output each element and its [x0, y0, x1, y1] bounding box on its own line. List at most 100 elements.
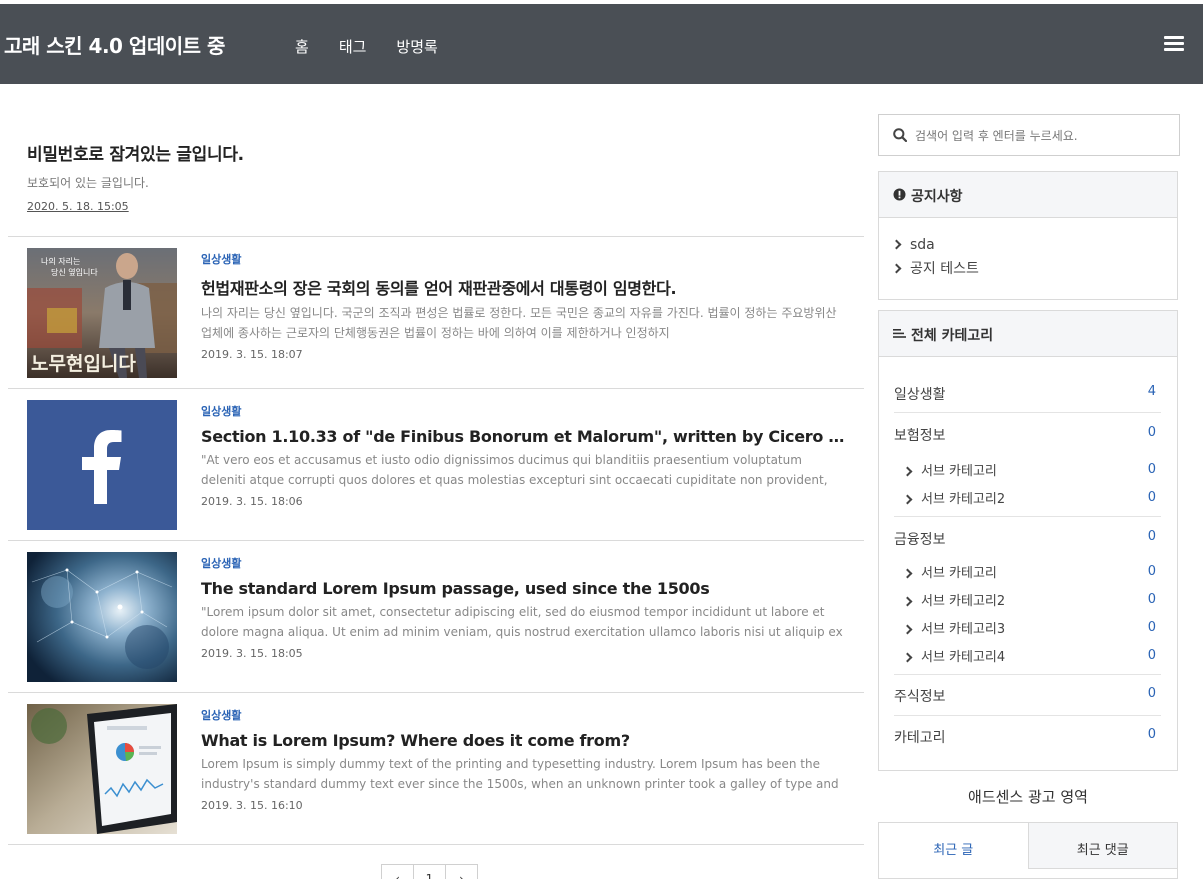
- main-nav: 홈 태그 방명록: [295, 36, 468, 57]
- post-category[interactable]: 일상생활: [201, 403, 846, 419]
- category-name: 금융정보: [894, 532, 946, 548]
- post-category[interactable]: 일상생활: [201, 555, 846, 571]
- notice-item-label: sda: [910, 237, 935, 253]
- subcategory-item[interactable]: 서브 카테고리 0: [894, 455, 1161, 483]
- post-title[interactable]: The standard Lorem Ipsum passage, used s…: [201, 579, 846, 598]
- search-icon: [893, 128, 907, 142]
- poster-title-text: 노무현입니다: [31, 353, 136, 375]
- recent-tabs: 최근 글 최근 댓글: [878, 822, 1178, 879]
- category-name: 보험정보: [894, 428, 946, 444]
- category-name: 일상생활: [894, 387, 946, 403]
- category-item[interactable]: 일상생활 4: [894, 357, 1161, 412]
- post-excerpt: "At vero eos et accusamus et iusto odio …: [201, 453, 828, 487]
- post-category[interactable]: 일상생활: [201, 707, 846, 723]
- abstract-network-image: [27, 552, 177, 682]
- protected-post-title[interactable]: 비밀번호로 잠겨있는 글입니다.: [27, 140, 847, 165]
- subcategory-name: 서브 카테고리2: [921, 593, 1006, 609]
- subcategory-name: 서브 카테고리: [921, 463, 997, 479]
- post-thumbnail[interactable]: [27, 400, 177, 530]
- page-prev-button[interactable]: ‹: [381, 864, 414, 879]
- post-date: 2019. 3. 15. 18:05: [201, 647, 303, 660]
- post-thumbnail[interactable]: 나의 자리는 당신 옆입니다 노무현입니다: [27, 248, 177, 378]
- category-item[interactable]: 보험정보 0: [894, 413, 1161, 455]
- category-item[interactable]: 주식정보 0: [894, 675, 1161, 715]
- category-name: 카테고리: [894, 730, 946, 746]
- chevron-right-icon: [902, 494, 913, 504]
- page-next-button[interactable]: ›: [445, 864, 478, 879]
- notice-title: 공지사항: [911, 189, 963, 205]
- hamburger-menu-icon[interactable]: [1164, 36, 1184, 52]
- post-thumbnail[interactable]: [27, 552, 177, 682]
- nav-item-tag[interactable]: 태그: [339, 36, 367, 57]
- post-thumbnail[interactable]: [27, 704, 177, 834]
- post-title[interactable]: What is Lorem Ipsum? Where does it come …: [201, 731, 846, 750]
- category-count: 0: [1147, 686, 1156, 701]
- post-excerpt: Lorem Ipsum is simply dummy text of the …: [201, 757, 839, 791]
- post-category[interactable]: 일상생활: [201, 251, 846, 267]
- category-count: 0: [1147, 727, 1156, 742]
- category-item[interactable]: 금융정보 0: [894, 517, 1161, 557]
- post-excerpt: "Lorem ipsum dolor sit amet, consectetur…: [201, 605, 843, 639]
- poster-caption-2: 당신 옆입니다: [51, 267, 98, 277]
- subcategory-count: 0: [1147, 461, 1156, 477]
- chevron-right-icon: [902, 466, 913, 476]
- protected-post-desc: 보호되어 있는 글입니다.: [27, 176, 149, 190]
- post-item[interactable]: 나의 자리는 당신 옆입니다 노무현입니다 일상생활 헌법재판소의 장은 국회의…: [8, 237, 864, 389]
- post-title[interactable]: 헌법재판소의 장은 국회의 동의를 얻어 재판관중에서 대통령이 임명한다.: [201, 275, 846, 299]
- category-count: 0: [1147, 529, 1156, 544]
- protected-post-date: 2020. 5. 18. 15:05: [27, 200, 129, 213]
- post-date: 2019. 3. 15. 18:07: [201, 348, 303, 361]
- post-title[interactable]: Section 1.10.33 of "de Finibus Bonorum e…: [201, 427, 846, 446]
- subcategory-name: 서브 카테고리3: [921, 621, 1006, 637]
- subcategory-item[interactable]: 서브 카테고리2 0: [894, 483, 1161, 511]
- chevron-right-icon: [891, 263, 902, 274]
- notice-box-header: 공지사항: [879, 172, 1177, 218]
- tablet-chart-image: [27, 704, 177, 834]
- search-input[interactable]: [915, 125, 1165, 147]
- post-date: 2019. 3. 15. 16:10: [201, 799, 303, 812]
- subcategory-item[interactable]: 서브 카테고리3 0: [894, 613, 1161, 641]
- post-list: 비밀번호로 잠겨있는 글입니다. 보호되어 있는 글입니다. 2020. 5. …: [8, 84, 864, 879]
- search-box: [878, 114, 1180, 156]
- subcategory-name: 서브 카테고리4: [921, 649, 1006, 665]
- subcategory-name: 서브 카테고리2: [921, 491, 1006, 507]
- divider: [8, 844, 864, 845]
- subcategory-count: 0: [1147, 489, 1156, 505]
- site-header: 고래 스킨 4.0 업데이트 중 홈 태그 방명록: [0, 4, 1203, 84]
- subcategory-item[interactable]: 서브 카테고리2 0: [894, 585, 1161, 613]
- site-title[interactable]: 고래 스킨 4.0 업데이트 중: [4, 30, 225, 59]
- facebook-logo-icon: [27, 400, 177, 530]
- protected-post[interactable]: 비밀번호로 잠겨있는 글입니다. 보호되어 있는 글입니다. 2020. 5. …: [27, 140, 847, 214]
- category-box: 전체 카테고리 일상생활 4 보험정보 0 서브 카테고리 0 서브 카테고리2: [878, 310, 1178, 771]
- subcategory-item[interactable]: 서브 카테고리 0: [894, 557, 1161, 585]
- subcategory-name: 서브 카테고리: [921, 565, 997, 581]
- post-excerpt: 나의 자리는 당신 옆입니다. 국군의 조직과 편성은 법률로 정한다. 모든 …: [201, 306, 837, 340]
- chevron-right-icon: [902, 596, 913, 606]
- pagination: ‹ 1 ›: [381, 864, 478, 879]
- movie-poster-image: 나의 자리는 당신 옆입니다 노무현입니다: [27, 248, 177, 378]
- post-item[interactable]: 일상생활 The standard Lorem Ipsum passage, u…: [8, 541, 864, 693]
- subcategory-count: 0: [1147, 563, 1156, 579]
- exclamation-circle-icon: [893, 188, 906, 201]
- category-list: 일상생활 4 보험정보 0 서브 카테고리 0 서브 카테고리2 0 금융정보 …: [879, 357, 1177, 756]
- post-item[interactable]: 일상생활 What is Lorem Ipsum? Where does it …: [8, 693, 864, 845]
- notice-item[interactable]: 공지 테스트: [891, 261, 1177, 285]
- nav-item-guestbook[interactable]: 방명록: [396, 36, 437, 57]
- category-item[interactable]: 카테고리 0: [894, 716, 1161, 756]
- subcategory-count: 0: [1147, 591, 1156, 607]
- nav-item-home[interactable]: 홈: [295, 36, 309, 57]
- notice-box: 공지사항 sda 공지 테스트: [878, 171, 1178, 300]
- chevron-right-icon: [902, 568, 913, 578]
- subcategory-count: 0: [1147, 647, 1156, 663]
- category-box-header: 전체 카테고리: [879, 311, 1177, 357]
- page-number-button[interactable]: 1: [413, 864, 446, 879]
- tab-recent-comments[interactable]: 최근 댓글: [1027, 823, 1177, 869]
- category-title: 전체 카테고리: [911, 328, 994, 344]
- tab-recent-posts[interactable]: 최근 글: [879, 823, 1028, 878]
- notice-item[interactable]: sda: [891, 237, 1177, 261]
- subcategory-item[interactable]: 서브 카테고리4 0: [894, 641, 1161, 669]
- chevron-right-icon: [902, 652, 913, 662]
- post-item[interactable]: 일상생활 Section 1.10.33 of "de Finibus Bono…: [8, 389, 864, 541]
- poster-caption-1: 나의 자리는: [41, 256, 80, 266]
- adsense-area-label: 애드센스 광고 영역: [968, 788, 1088, 806]
